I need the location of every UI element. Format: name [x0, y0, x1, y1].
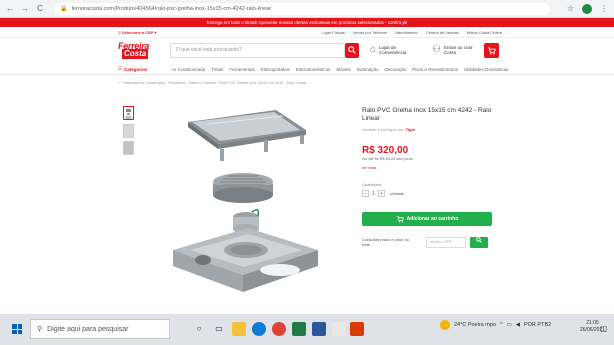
- product-image: [173, 110, 318, 292]
- search-icon: [476, 237, 482, 243]
- top-links: Lojas Físicas Venda por Telefone Atendim…: [322, 30, 503, 35]
- pdf-icon[interactable]: [350, 322, 364, 336]
- brand-logo[interactable]: Tigre: [406, 127, 416, 132]
- weather-icon: [440, 320, 450, 330]
- cart-button[interactable]: [484, 43, 499, 58]
- app-icon[interactable]: [332, 322, 346, 336]
- profile-avatar[interactable]: [582, 3, 592, 14]
- volume-icon[interactable]: ◀: [516, 322, 520, 328]
- search-button[interactable]: [345, 43, 359, 58]
- category-item[interactable]: Iluminação: [357, 67, 379, 72]
- add-to-cart-button[interactable]: Adicionar ao carrinho: [362, 212, 492, 226]
- product-price: R$ 320,00: [362, 145, 409, 156]
- quantity-value[interactable]: 1: [372, 191, 375, 197]
- os-taskbar: ⚲ Digite aqui para pesquisar ○ ▭ 24°C Po…: [0, 314, 614, 345]
- site-header: Ferreira Costa O que você está procurand…: [0, 38, 614, 64]
- category-item[interactable]: Eletroportáteis: [261, 67, 290, 72]
- forward-icon[interactable]: →: [21, 4, 29, 14]
- product-thumbnail[interactable]: [123, 106, 134, 120]
- category-item[interactable]: Móveis: [336, 67, 350, 72]
- edge-icon[interactable]: [252, 322, 266, 336]
- logo-line-2: Costa: [122, 49, 149, 59]
- shipping-label: Consultar prazo e valor do frete: [362, 237, 409, 247]
- category-item[interactable]: Utilidades Domésticas: [464, 67, 509, 72]
- product-thumbnail[interactable]: [123, 124, 134, 138]
- categories-menu[interactable]: ☰ Categorias: [118, 66, 147, 72]
- product-thumbnail[interactable]: [123, 141, 134, 155]
- user-icon: ⚇: [432, 44, 441, 55]
- product-title: Ralo PVC Grelha Inox 15x15 cm 4242 - Ral…: [362, 107, 492, 122]
- breadcrumb[interactable]: ⌂ › Materiais de Construção › Hidráulica…: [118, 81, 306, 85]
- category-item[interactable]: Ferramentas: [229, 67, 255, 72]
- task-view-icon[interactable]: ▭: [212, 322, 226, 336]
- language-indicator[interactable]: POR PTB2: [524, 322, 551, 328]
- cart-icon: [396, 216, 404, 223]
- stores-label: Lojas de Conveniência: [379, 45, 407, 55]
- taskbar-search[interactable]: ⚲ Digite aqui para pesquisar: [30, 319, 170, 339]
- top-link-phone[interactable]: Venda por Telefone: [353, 30, 387, 35]
- excel-icon[interactable]: [292, 322, 306, 336]
- stores-link[interactable]: ⌂ Lojas de Conveniência: [370, 44, 407, 56]
- windows-start-button[interactable]: [12, 324, 22, 334]
- top-link-sales[interactable]: Central de Vendas: [426, 30, 459, 35]
- category-nav: ☰ Categorias Ar Condicionado Tintas Ferr…: [0, 64, 614, 75]
- reload-icon[interactable]: C: [36, 4, 44, 14]
- word-icon[interactable]: [312, 322, 326, 336]
- bookmark-star-icon[interactable]: ☆: [567, 4, 574, 13]
- top-link-service[interactable]: Atendimento: [395, 30, 417, 35]
- network-icon[interactable]: ▭: [507, 322, 512, 328]
- browser-menu-icon[interactable]: ⋮: [600, 4, 608, 13]
- search-icon: ⚲: [37, 326, 43, 333]
- browser-nav: ← → C: [0, 4, 44, 14]
- shipping-search-button[interactable]: [470, 237, 488, 248]
- cep-selector[interactable]: ⚲ Selecione o CEP ▾: [118, 30, 157, 35]
- quantity-unit: Unidade: [389, 191, 404, 196]
- url-text: ferreiracosta.com/Produto/404564/ralo-pv…: [71, 5, 272, 12]
- top-link-account[interactable]: Minha Conta Online: [467, 30, 502, 35]
- installments-text: em até 5x R$ 64,00 sem juros: [362, 157, 413, 161]
- site-logo[interactable]: Ferreira Costa: [118, 41, 158, 61]
- browser-actions: ☆ ⋮: [567, 3, 614, 14]
- lock-icon: 🔒: [60, 6, 68, 12]
- add-to-cart-label: Adicionar ao carrinho: [406, 216, 459, 222]
- category-item[interactable]: Eletrodomésticos: [296, 67, 331, 72]
- system-tray: 24°C Poeira mpo ^ ▭ ◀ POR PTB2: [440, 320, 551, 330]
- category-item[interactable]: Ar Condicionado: [172, 67, 205, 72]
- tray-chevron-icon[interactable]: ^: [500, 322, 503, 328]
- category-item[interactable]: Decoração: [384, 67, 406, 72]
- cortana-icon[interactable]: ○: [192, 322, 206, 336]
- category-item[interactable]: Pisos e Revestimentos: [412, 67, 458, 72]
- menu-icon: ☰: [118, 66, 123, 71]
- file-explorer-icon[interactable]: [232, 322, 246, 336]
- weather-text[interactable]: 24°C Poeira mpo: [454, 322, 496, 328]
- cep-input[interactable]: Insira o CEP: [426, 237, 466, 248]
- categories-label: Categorias: [124, 66, 148, 72]
- search-input[interactable]: O que você está procurando?: [170, 43, 345, 58]
- more-payment-options-link[interactable]: ver mais: [362, 166, 376, 170]
- search-icon: [348, 46, 356, 54]
- quantity-label: Quantidade: [362, 183, 382, 187]
- back-icon[interactable]: ←: [6, 4, 14, 14]
- account-label: Entrar ou criar Conta: [443, 45, 473, 55]
- announcement-bar[interactable]: Entrega em todo o Brasil! Aproveite noss…: [0, 18, 614, 27]
- account-link[interactable]: ⚇ Entrar ou criar Conta: [432, 44, 478, 56]
- quantity-plus-button[interactable]: +: [377, 190, 385, 197]
- seller-info: Vendido e entregue por Tigre: [362, 127, 415, 132]
- quantity-stepper: − 1 + Unidade: [362, 190, 404, 197]
- top-links-bar: ⚲ Selecione o CEP ▾ Lojas Físicas Venda …: [0, 27, 614, 38]
- seller-caption: Vendido e entregue por: [362, 127, 404, 132]
- category-items: Ar Condicionado Tintas Ferramentas Eletr…: [172, 67, 509, 72]
- top-link-stores[interactable]: Lojas Físicas: [322, 30, 345, 35]
- address-bar[interactable]: 🔒 ferreiracosta.com/Produto/404564/ralo-…: [54, 2, 550, 15]
- category-item[interactable]: Tintas: [211, 67, 223, 72]
- quantity-minus-button[interactable]: −: [362, 190, 369, 197]
- taskbar-search-placeholder: Digite aqui para pesquisar: [47, 325, 129, 333]
- cart-icon: [487, 47, 496, 55]
- chrome-icon[interactable]: [272, 322, 286, 336]
- notifications-icon[interactable]: ▢: [600, 324, 608, 333]
- browser-toolbar: ← → C 🔒 ferreiracosta.com/Produto/404564…: [0, 0, 614, 18]
- store-icon: ⌂: [370, 44, 377, 55]
